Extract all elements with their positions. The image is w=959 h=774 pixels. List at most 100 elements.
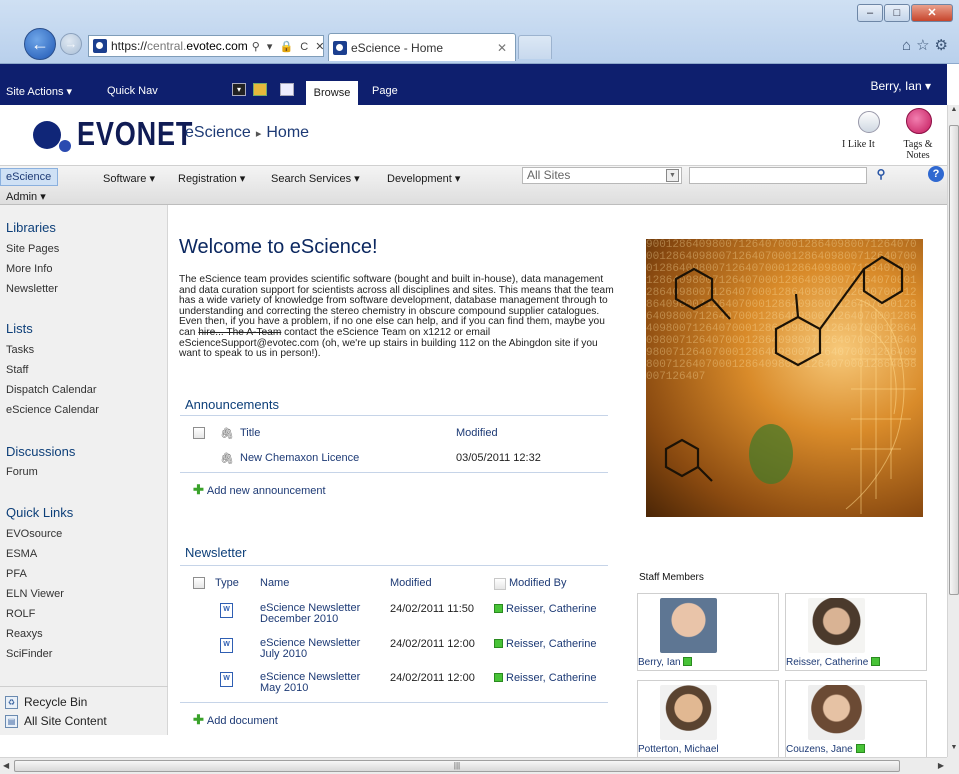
back-button[interactable]: ← [24, 28, 56, 60]
minimize-button[interactable]: – [857, 4, 883, 22]
scroll-left-icon[interactable]: ◀ [3, 761, 9, 770]
leftnav-item-evosource[interactable]: EVOsource [6, 528, 62, 540]
chevron-down-icon[interactable]: ▼ [666, 169, 679, 182]
navigate-up-icon[interactable] [253, 83, 267, 96]
leftnav-item-tasks[interactable]: Tasks [6, 344, 34, 356]
user-menu[interactable]: Berry, Ian ▾ [871, 79, 932, 93]
staff-name[interactable]: Reisser, Catherine [786, 657, 883, 668]
leftnav-item-eln-viewer[interactable]: ELN Viewer [6, 588, 64, 600]
close-window-button[interactable]: ✕ [911, 4, 953, 22]
newsletter-col-type[interactable]: Type [215, 577, 239, 589]
staff-card[interactable]: Berry, Ian [637, 593, 779, 671]
leftnav-item-staff[interactable]: Staff [6, 364, 28, 376]
topnav-item-development[interactable]: Development ▾ [387, 172, 460, 185]
i-like-it-button[interactable]: I Like It [842, 139, 875, 150]
staff-name[interactable]: Berry, Ian [638, 657, 695, 668]
leftnav-heading-quick-links[interactable]: Quick Links [6, 505, 73, 520]
leftnav-item-pfa[interactable]: PFA [6, 568, 27, 580]
newsletter-col-modified-by[interactable]: Modified By [509, 577, 566, 589]
leftnav-item-reaxys[interactable]: Reaxys [6, 628, 43, 640]
scroll-grip-icon: ||| [453, 761, 461, 770]
add-announcement-label: Add new announcement [206, 485, 326, 497]
tags-notes-button[interactable]: Tags & Notes [898, 139, 938, 161]
browser-tab-active[interactable]: eScience - Home ✕ [328, 33, 516, 61]
topnav-item-software[interactable]: Software ▾ [103, 172, 155, 185]
tab-page[interactable]: Page [372, 85, 398, 97]
leftnav-item-forum[interactable]: Forum [6, 466, 38, 478]
scroll-up-icon[interactable]: ▲ [948, 106, 959, 118]
scroll-down-icon[interactable]: ▼ [948, 744, 959, 756]
i-like-it-icon[interactable] [858, 111, 880, 133]
browser-toolbar-icons[interactable]: ⌂☆⚙ [902, 36, 953, 54]
address-bar[interactable]: https://central. evotec.com ⚲ ▾ 🔒 C ✕ [88, 35, 324, 57]
announcements-heading[interactable]: Announcements [185, 397, 279, 412]
staff-name-text: Couzens, Jane [786, 744, 853, 755]
site-actions-menu[interactable]: Site Actions ▾ [6, 85, 72, 98]
tags-notes-icon[interactable] [906, 108, 932, 134]
newsletter-modified-by[interactable]: Reisser, Catherine [494, 672, 597, 684]
leftnav-heading-lists[interactable]: Lists [6, 321, 33, 336]
newsletter-name-link[interactable]: eScience Newsletter July 2010 [260, 638, 360, 660]
announcements-divider [180, 415, 608, 416]
select-all-checkbox[interactable] [193, 577, 205, 589]
vertical-scroll-thumb[interactable] [949, 125, 959, 595]
leftnav-item-site-pages[interactable]: Site Pages [6, 243, 59, 255]
newsletter-heading[interactable]: Newsletter [185, 545, 246, 560]
select-all-checkbox[interactable] [193, 427, 205, 439]
address-bar-icons[interactable]: ⚲ ▾ 🔒 C ✕ [252, 40, 323, 53]
plus-icon: ✚ [193, 482, 204, 497]
staff-name[interactable]: Couzens, Jane [786, 744, 868, 755]
tab-browse[interactable]: Browse [306, 81, 358, 105]
topnav-item-search-services[interactable]: Search Services ▾ [271, 172, 360, 185]
scroll-right-icon[interactable]: ▶ [938, 761, 944, 770]
topnav-item-registration[interactable]: Registration ▾ [178, 172, 245, 185]
leftnav-item-esma[interactable]: ESMA [6, 548, 37, 560]
new-tab-button[interactable] [518, 35, 552, 59]
newsletter-modified-by[interactable]: Reisser, Catherine [494, 603, 597, 615]
dropdown-icon[interactable]: ▾ [232, 83, 246, 96]
tab-favicon-icon [333, 40, 347, 55]
newsletter-col-modified[interactable]: Modified [390, 577, 432, 589]
leftnav-item-dispatch-calendar[interactable]: Dispatch Calendar [6, 384, 97, 396]
recycle-bin-icon: ♻ [5, 696, 18, 709]
leftnav-heading-libraries[interactable]: Libraries [6, 220, 56, 235]
leftnav-item-escience-calendar[interactable]: eScience Calendar [6, 404, 99, 416]
newsletter-name-link[interactable]: eScience Newsletter December 2010 [260, 603, 360, 625]
staff-card[interactable]: Potterton, Michael [637, 680, 779, 758]
announcements-col-modified[interactable]: Modified [456, 427, 498, 439]
filter-checkbox[interactable] [494, 578, 506, 590]
staff-card[interactable]: Couzens, Jane [785, 680, 927, 758]
leftnav-item-more-info[interactable]: More Info [6, 263, 52, 275]
vertical-scrollbar[interactable]: ▲ ▼ [947, 105, 959, 757]
maximize-button[interactable]: □ [884, 4, 910, 22]
newsletter-name-link[interactable]: eScience Newsletter May 2010 [260, 672, 360, 694]
add-document-link[interactable]: ✚ Add document [193, 712, 278, 728]
staff-name[interactable]: Potterton, Michael [638, 744, 719, 755]
search-icon[interactable]: ⚲ [872, 167, 890, 184]
announcements-col-title[interactable]: Title [240, 427, 260, 439]
horizontal-scroll-thumb[interactable]: ||| [14, 760, 900, 772]
leftnav-item-rolf[interactable]: ROLF [6, 608, 35, 620]
newsletter-col-name[interactable]: Name [260, 577, 289, 589]
all-site-content-link[interactable]: All Site Content [24, 714, 107, 728]
horizontal-scrollbar[interactable]: ◀ ||| ▶ [0, 757, 947, 774]
leftnav-item-scifinder[interactable]: SciFinder [6, 648, 52, 660]
breadcrumb-site-link[interactable]: eScience [185, 124, 251, 141]
tab-close-icon[interactable]: ✕ [497, 41, 507, 55]
leftnav-item-newsletter[interactable]: Newsletter [6, 283, 58, 295]
recycle-bin-link[interactable]: Recycle Bin [24, 695, 87, 709]
announcement-title-link[interactable]: New Chemaxon Licence [240, 452, 359, 464]
leftnav-heading-discussions[interactable]: Discussions [6, 444, 75, 459]
search-scope-select[interactable]: All Sites ▼ [522, 167, 682, 184]
topnav-item-admin[interactable]: Admin ▾ [6, 190, 46, 203]
forward-button[interactable]: → [60, 33, 82, 55]
staff-card[interactable]: Reisser, Catherine [785, 593, 927, 671]
help-icon[interactable]: ? [928, 166, 944, 182]
search-input[interactable] [689, 167, 867, 184]
quick-nav-menu[interactable]: Quick Nav [107, 85, 158, 97]
add-announcement-link[interactable]: ✚ Add new announcement [193, 482, 326, 498]
topnav-item-escience[interactable]: eScience [0, 168, 58, 186]
plus-icon: ✚ [193, 712, 204, 727]
edit-page-icon[interactable] [280, 83, 294, 96]
newsletter-modified-by[interactable]: Reisser, Catherine [494, 638, 597, 650]
